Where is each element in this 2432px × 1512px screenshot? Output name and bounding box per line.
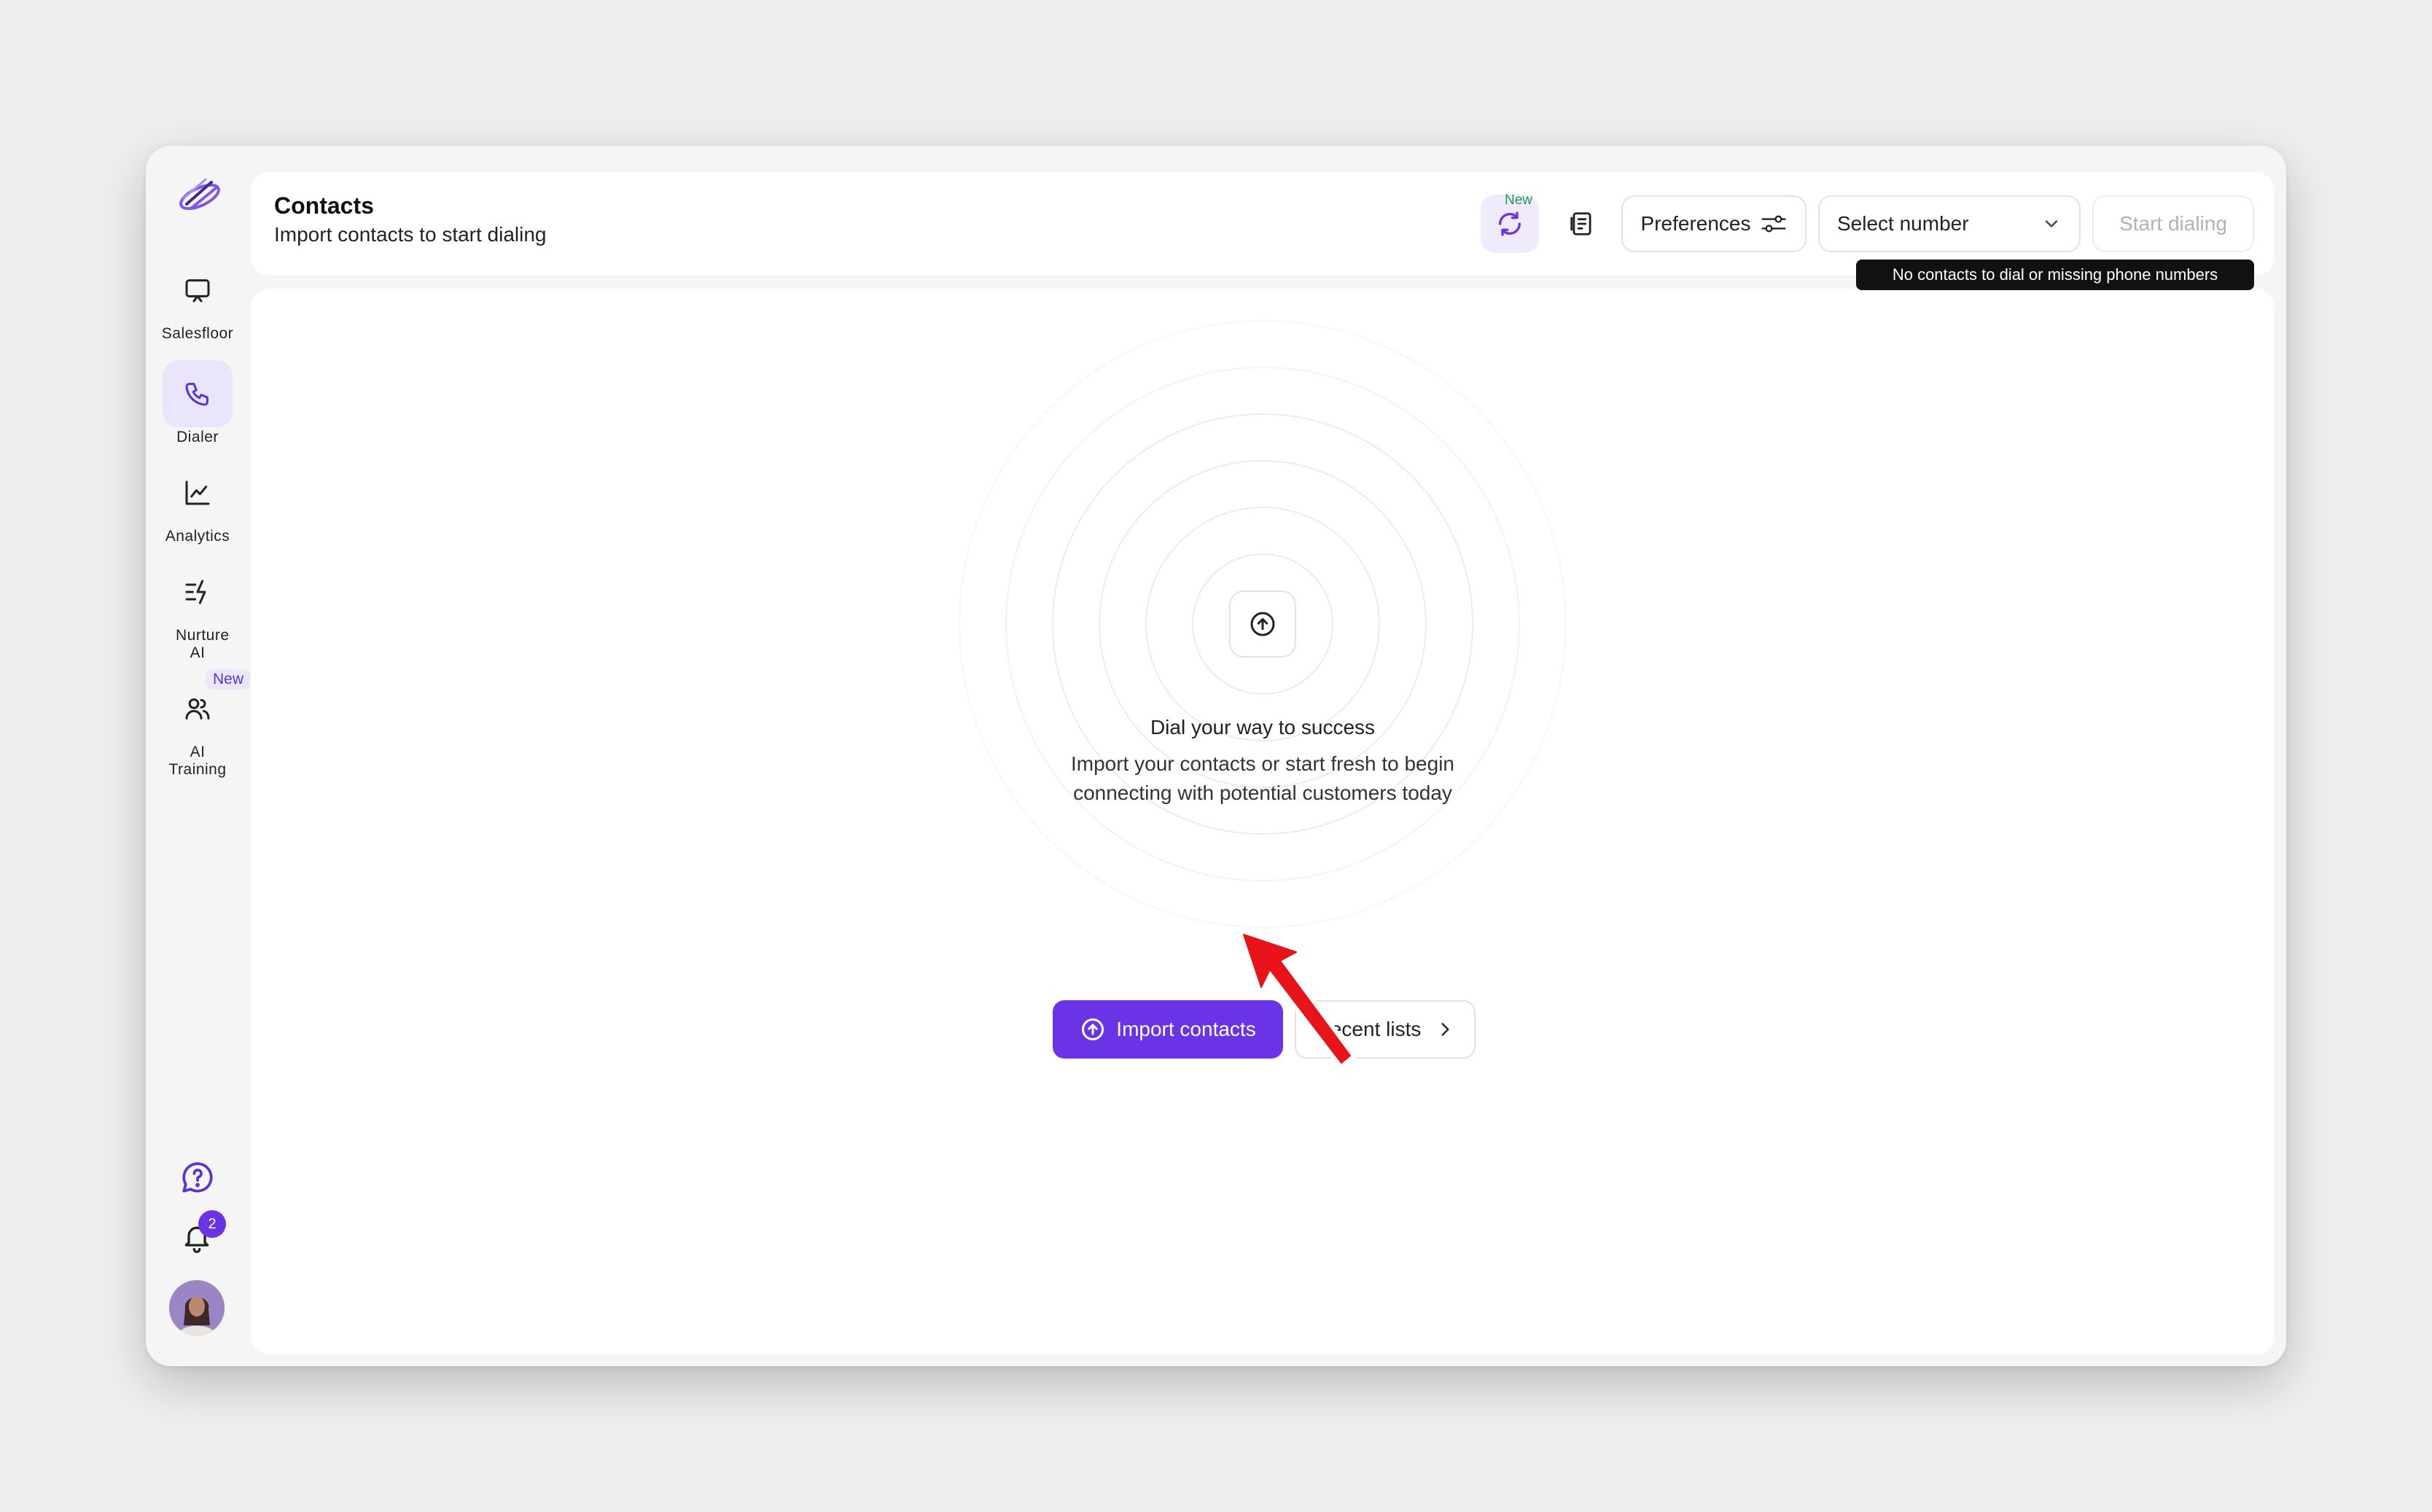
- annotation-arrow: [1239, 930, 1355, 1068]
